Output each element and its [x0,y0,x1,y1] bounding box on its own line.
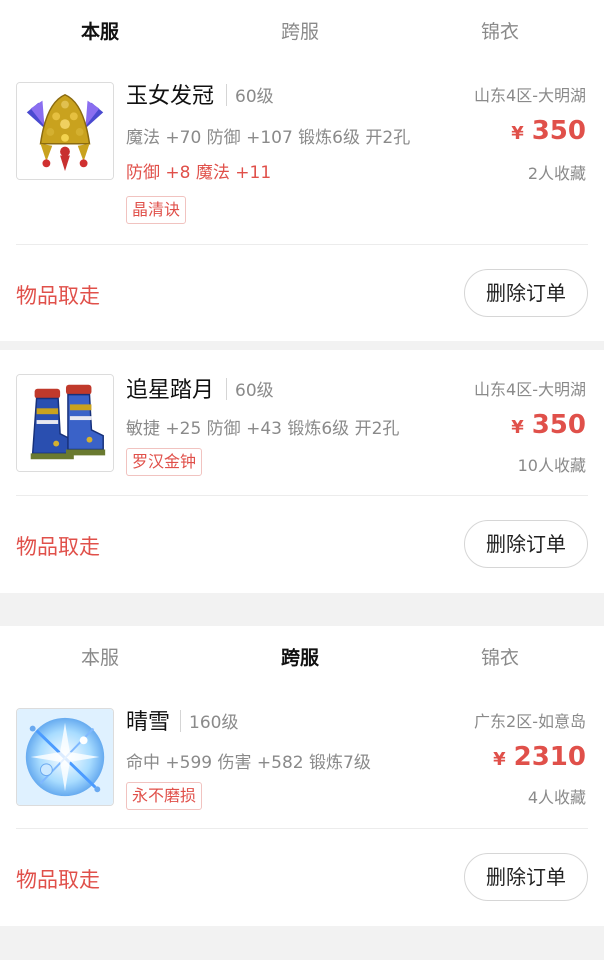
item-thumbnail[interactable] [16,374,114,472]
item-price: ¥350 [511,116,586,146]
item-price: ¥350 [511,410,586,440]
item-name: 玉女发冠 [126,84,215,109]
order-card: 玉女发冠 60级 魔法 +70 防御 +107 锻炼6级 开2孔 防御 +8 魔… [0,64,604,341]
level-divider [180,710,181,732]
server-tabs: 本服 跨服 锦衣 [0,0,604,64]
server-tabs: 本服 跨服 锦衣 [0,626,604,690]
order-status: 物品取走 [16,284,100,308]
item-bonus-attributes: 防御 +8 魔法 +11 [126,163,272,183]
item-tag: 罗汉金钟 [126,448,203,476]
server-name: 山东4区-大明湖 [474,86,586,105]
item-attributes: 魔法 +70 防御 +107 锻炼6级 开2孔 [126,128,411,148]
item-thumbnail[interactable] [16,82,114,180]
delete-order-button[interactable]: 删除订单 [464,269,588,317]
currency-symbol: ¥ [511,123,524,144]
divider [16,495,588,496]
divider [16,828,588,829]
order-status: 物品取走 [16,535,100,559]
item-level: 160级 [189,713,239,733]
item-name: 晴雪 [126,710,171,735]
level-divider [226,84,227,106]
item-name: 追星踏月 [126,378,215,403]
favorites-count: 10人收藏 [517,456,586,475]
boots-icon [17,375,113,471]
order-card: 晴雪 160级 命中 +599 伤害 +582 锻炼7级 永不磨损 广东2区-如… [0,690,604,926]
crown-icon [17,83,113,179]
favorites-count: 2人收藏 [527,164,586,183]
item-tag: 永不磨损 [126,782,203,810]
item-thumbnail[interactable] [16,708,114,806]
item-level: 60级 [235,87,274,107]
price-value: 350 [531,410,586,440]
level-divider [226,378,227,400]
item-price: ¥2310 [493,742,586,772]
tab-local-server[interactable]: 本服 [0,626,200,690]
order-status: 物品取走 [16,868,100,892]
currency-symbol: ¥ [493,749,506,770]
price-value: 2310 [513,742,586,772]
divider [16,244,588,245]
item-attributes: 命中 +599 伤害 +582 锻炼7级 [126,753,371,773]
tab-costume[interactable]: 锦衣 [400,626,600,690]
price-value: 350 [531,116,586,146]
item-tag: 晶清诀 [126,196,187,224]
tab-local-server[interactable]: 本服 [0,0,200,64]
ice-weapon-icon [17,709,113,805]
delete-order-button[interactable]: 删除订单 [464,853,588,901]
tab-cross-server[interactable]: 跨服 [200,626,400,690]
tab-cross-server[interactable]: 跨服 [200,0,400,64]
tab-costume[interactable]: 锦衣 [400,0,600,64]
server-name: 山东4区-大明湖 [474,380,586,399]
order-card: 追星踏月 60级 敏捷 +25 防御 +43 锻炼6级 开2孔 罗汉金钟 山东4… [0,350,604,593]
item-level: 60级 [235,381,274,401]
currency-symbol: ¥ [511,417,524,438]
item-attributes: 敏捷 +25 防御 +43 锻炼6级 开2孔 [126,419,400,439]
server-name: 广东2区-如意岛 [474,712,586,731]
favorites-count: 4人收藏 [527,788,586,807]
delete-order-button[interactable]: 删除订单 [464,520,588,568]
